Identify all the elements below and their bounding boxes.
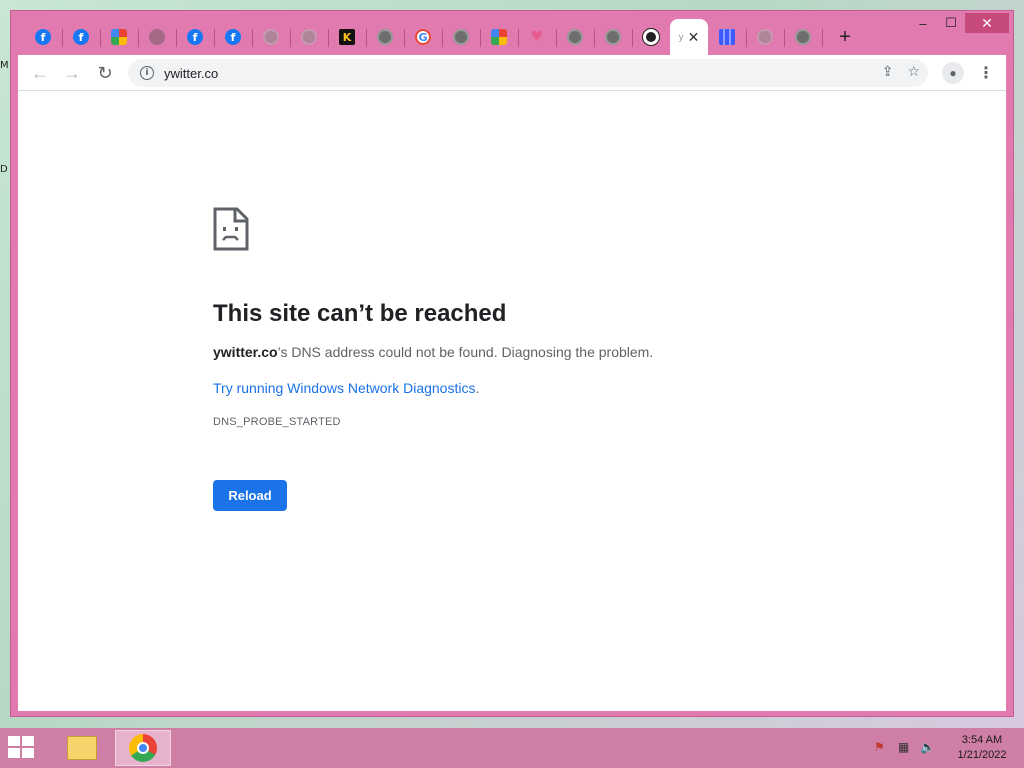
tab-title: y <box>678 31 684 43</box>
tab-after-1[interactable] <box>747 23 783 51</box>
heart-icon: ♥ <box>530 29 544 45</box>
facebook-icon: f <box>73 29 89 45</box>
address-bar[interactable]: i ywitter.co ⇪ ☆ <box>128 59 928 87</box>
tab-13[interactable]: ♥ <box>519 23 555 51</box>
close-window-button[interactable]: ✕ <box>965 13 1009 33</box>
clock-date: 1/21/2022 <box>957 749 1007 761</box>
tab-7[interactable] <box>291 23 327 51</box>
share-icon[interactable]: ⇪ <box>882 63 894 80</box>
taskbar: ⚑ ▦ 🔈 3:54 AM 1/21/2022 <box>0 728 1024 768</box>
globe-icon <box>567 29 583 45</box>
error-description: ywitter.co’s DNS address could not be fo… <box>213 344 813 360</box>
colorful-logo-icon <box>491 29 507 45</box>
browser-window: + – ☐ ✕ f f f f K G ♥ y ✕ ← → ↻ i ywitter.co ⇪ ☆… <box>10 10 1014 717</box>
minimize-button[interactable]: – <box>911 13 935 33</box>
tab-strip: + – ☐ ✕ f f f f K G ♥ y ✕ <box>11 11 1013 55</box>
clock-time: 3:54 AM <box>961 734 1003 746</box>
globe-icon <box>377 29 393 45</box>
folder-icon <box>67 736 97 760</box>
network-diagnostics-link[interactable]: Try running Windows Network Diagnostics <box>213 380 475 396</box>
tab-after-0[interactable] <box>709 23 745 51</box>
globe-icon <box>605 29 621 45</box>
page-content: This site can’t be reached ywitter.co’s … <box>18 91 1006 711</box>
tab-active[interactable]: y ✕ <box>670 19 708 55</box>
tab-12[interactable] <box>481 23 517 51</box>
google-icon: G <box>415 29 431 45</box>
tab-2[interactable] <box>101 23 137 51</box>
tab-10[interactable]: G <box>405 23 441 51</box>
colorful-square-icon <box>111 29 127 45</box>
tab-14[interactable] <box>557 23 593 51</box>
chrome-icon <box>129 734 157 762</box>
back-button[interactable]: ← <box>28 61 52 85</box>
reload-nav-button[interactable]: ↻ <box>93 61 117 85</box>
tab-15[interactable] <box>595 23 631 51</box>
chrome-taskbar-button[interactable] <box>115 730 171 766</box>
tab-3[interactable] <box>139 23 175 51</box>
info-icon[interactable]: i <box>140 66 154 80</box>
k-logo-icon: K <box>339 29 355 45</box>
reload-button[interactable]: Reload <box>213 480 287 511</box>
facebook-icon: f <box>187 29 203 45</box>
tab-16[interactable] <box>633 23 669 51</box>
tab-8[interactable]: K <box>329 23 365 51</box>
globe-icon <box>795 29 811 45</box>
faded-site-icon <box>149 29 165 45</box>
desktop-icon-label: M <box>0 60 9 71</box>
desktop-icon-label: D <box>0 164 8 175</box>
tab-9[interactable] <box>367 23 403 51</box>
error-code: DNS_PROBE_STARTED <box>213 416 341 428</box>
start-windows-icon[interactable] <box>8 736 36 760</box>
forward-button[interactable]: → <box>60 61 84 85</box>
swirl-logo-icon <box>643 29 659 45</box>
new-tab-button[interactable]: + <box>833 25 857 49</box>
system-clock[interactable]: 3:54 AM 1/21/2022 <box>950 733 1014 763</box>
tab-5[interactable]: f <box>215 23 251 51</box>
url-text[interactable]: ywitter.co <box>164 66 218 81</box>
error-description-text: ’s DNS address could not be found. Diagn… <box>277 344 654 360</box>
tab-4[interactable]: f <box>177 23 213 51</box>
tab-11[interactable] <box>443 23 479 51</box>
globe-icon <box>453 29 469 45</box>
tab-6[interactable] <box>253 23 289 51</box>
sad-document-icon <box>213 207 249 251</box>
tab-close-icon[interactable]: ✕ <box>688 29 700 46</box>
tab-separator <box>822 29 823 47</box>
maximize-button[interactable]: ☐ <box>939 13 963 33</box>
bookmark-star-icon[interactable]: ☆ <box>907 63 920 80</box>
browser-toolbar: ← → ↻ i ywitter.co ⇪ ☆ ● ⋮ <box>18 55 1006 91</box>
action-center-flag-icon[interactable]: ⚑ <box>874 740 885 754</box>
error-domain: ywitter.co <box>213 344 278 360</box>
tab-after-2[interactable] <box>785 23 821 51</box>
facebook-icon: f <box>225 29 241 45</box>
error-title: This site can’t be reached <box>213 300 507 327</box>
file-explorer-taskbar-button[interactable] <box>58 730 106 766</box>
facebook-icon: f <box>35 29 51 45</box>
error-container: This site can’t be reached ywitter.co’s … <box>213 207 813 511</box>
network-icon[interactable]: ▦ <box>898 740 909 754</box>
volume-muted-icon[interactable]: 🔈 <box>920 740 935 754</box>
tab-0[interactable]: f <box>25 23 61 51</box>
globe-icon <box>263 29 279 45</box>
browser-menu-icon[interactable]: ⋮ <box>976 61 996 85</box>
link-suffix: . <box>475 380 480 396</box>
globe-icon <box>301 29 317 45</box>
diagnostics-paragraph: Try running Windows Network Diagnostics. <box>213 380 813 396</box>
globe-icon <box>757 29 773 45</box>
profile-avatar-icon[interactable]: ● <box>942 62 964 84</box>
tab-1[interactable]: f <box>63 23 99 51</box>
grid-icon <box>719 29 735 45</box>
